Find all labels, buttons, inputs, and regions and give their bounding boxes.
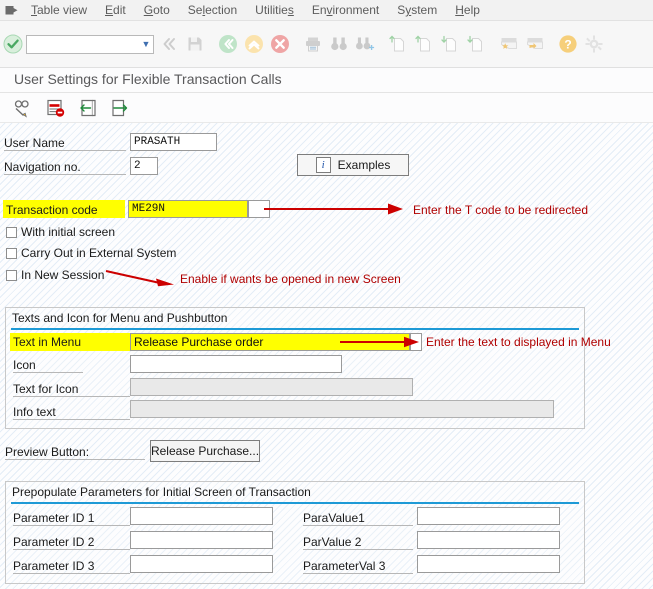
annotation-text-1: Enter the T code to be redirected: [413, 203, 589, 217]
checkbox-with-initial-screen[interactable]: [6, 226, 17, 238]
menu-item-goto[interactable]: Goto: [135, 0, 179, 20]
text-for-icon-label: Text for Icon: [13, 382, 130, 397]
annotation-arrow-3: [340, 336, 419, 348]
para-value-1-field[interactable]: [417, 507, 560, 525]
chevron-down-icon[interactable]: ▼: [139, 39, 153, 49]
last-page-icon[interactable]: [463, 31, 489, 57]
create-session-icon[interactable]: [496, 31, 522, 57]
main-toolbar: ▼ ?: [0, 21, 653, 68]
save-disk-icon[interactable]: [182, 31, 208, 57]
back-green-icon[interactable]: [215, 31, 241, 57]
navigation-no-label: Navigation no.: [4, 160, 126, 175]
help-question-icon[interactable]: ?: [555, 31, 581, 57]
checkbox-label-carry-out-external: Carry Out in External System: [21, 246, 177, 260]
parameter-id-2-field[interactable]: [130, 531, 273, 549]
menu-item-edit[interactable]: Edit: [96, 0, 135, 20]
next-page-icon[interactable]: [437, 31, 463, 57]
annotation-arrow-2: [105, 269, 174, 287]
application-toolbar: [0, 93, 653, 123]
exit-up-icon[interactable]: [241, 31, 267, 57]
command-input[interactable]: [27, 36, 139, 52]
parameter-val-3-field[interactable]: [417, 555, 560, 573]
icon-field[interactable]: [130, 355, 342, 373]
preview-button-label: Preview Button:: [5, 445, 145, 460]
create-shortcut-icon[interactable]: [522, 31, 548, 57]
preview-button-text: Release Purchase...: [150, 444, 260, 458]
sap-gui-window: Table view Edit Goto Selection Utilities…: [0, 0, 653, 589]
info-text-label: Info text: [13, 405, 130, 420]
checkbox-in-new-session[interactable]: [6, 269, 17, 281]
display-change-icon[interactable]: [8, 96, 40, 120]
menu-item-utilities[interactable]: Utilities: [246, 0, 303, 20]
params-group-title: Prepopulate Parameters for Initial Scree…: [12, 485, 311, 499]
par-value-2-label: ParValue 2: [303, 535, 413, 550]
checkbox-label-with-initial-screen: With initial screen: [21, 225, 116, 239]
text-for-icon-field: [130, 378, 413, 396]
checkbox-row-carry-out-external[interactable]: Carry Out in External System: [6, 246, 176, 260]
system-menu-icon[interactable]: [0, 5, 22, 16]
transaction-code-label: Transaction code: [6, 203, 98, 217]
menu-bar: Table view Edit Goto Selection Utilities…: [0, 0, 653, 21]
navigation-no-field[interactable]: [130, 157, 158, 175]
preview-button[interactable]: Release Purchase...: [150, 440, 260, 462]
user-name-field[interactable]: [130, 133, 217, 151]
menu-item-table-view[interactable]: Table view: [22, 0, 96, 20]
checkbox-row-with-initial-screen[interactable]: With initial screen: [6, 225, 115, 239]
print-icon[interactable]: [300, 31, 326, 57]
annotation-text-3: Enter the text to displayed in Menu: [426, 335, 611, 349]
menu-item-help[interactable]: Help: [446, 0, 489, 20]
back-double-left-icon[interactable]: [156, 31, 182, 57]
checkbox-label-in-new-session: In New Session: [21, 268, 105, 282]
cancel-x-icon[interactable]: [267, 31, 293, 57]
menu-item-selection[interactable]: Selection: [179, 0, 246, 20]
icon-label: Icon: [13, 358, 83, 373]
find-binoculars-icon[interactable]: [326, 31, 352, 57]
customize-gear-icon[interactable]: [581, 31, 607, 57]
parameter-id-1-label: Parameter ID 1: [13, 511, 130, 526]
para-value-1-label: ParaValue1: [303, 511, 413, 526]
text-in-menu-label: Text in Menu: [13, 335, 82, 349]
menu-item-environment[interactable]: Environment: [303, 0, 388, 20]
parameter-id-3-field[interactable]: [130, 555, 273, 573]
info-text-field: [130, 400, 554, 418]
page-title: User Settings for Flexible Transaction C…: [14, 71, 282, 87]
annotation-arrow-1: [264, 203, 403, 215]
previous-entry-icon[interactable]: [72, 96, 104, 120]
examples-button[interactable]: i Examples: [297, 154, 409, 176]
title-bar: User Settings for Flexible Transaction C…: [0, 68, 653, 93]
checkbox-carry-out-external[interactable]: [6, 247, 17, 259]
texts-icon-group-title: Texts and Icon for Menu and Pushbutton: [12, 311, 228, 325]
enter-check-icon[interactable]: [0, 31, 26, 57]
info-i-icon: i: [315, 157, 331, 173]
svg-text:?: ?: [564, 37, 571, 51]
first-page-icon[interactable]: [385, 31, 411, 57]
texts-icon-group-rule: [11, 328, 579, 330]
next-entry-icon[interactable]: [104, 96, 136, 120]
parameter-id-2-label: Parameter ID 2: [13, 535, 130, 550]
parameter-id-3-label: Parameter ID 3: [13, 559, 130, 574]
checkbox-row-in-new-session[interactable]: In New Session: [6, 268, 104, 282]
parameter-id-1-field[interactable]: [130, 507, 273, 525]
params-group-rule: [11, 502, 579, 504]
menu-item-system[interactable]: System: [388, 0, 446, 20]
delete-row-icon[interactable]: [40, 96, 72, 120]
par-value-2-field[interactable]: [417, 531, 560, 549]
examples-button-label: Examples: [337, 158, 391, 172]
parameter-val-3-label: ParameterVal 3: [303, 559, 413, 574]
find-next-binoculars-icon[interactable]: [352, 31, 378, 57]
command-field[interactable]: ▼: [26, 34, 154, 54]
previous-page-icon[interactable]: [411, 31, 437, 57]
transaction-code-field[interactable]: [128, 200, 248, 218]
user-name-label: User Name: [4, 136, 126, 151]
annotation-text-2: Enable if wants be opened in new Screen: [180, 272, 401, 286]
